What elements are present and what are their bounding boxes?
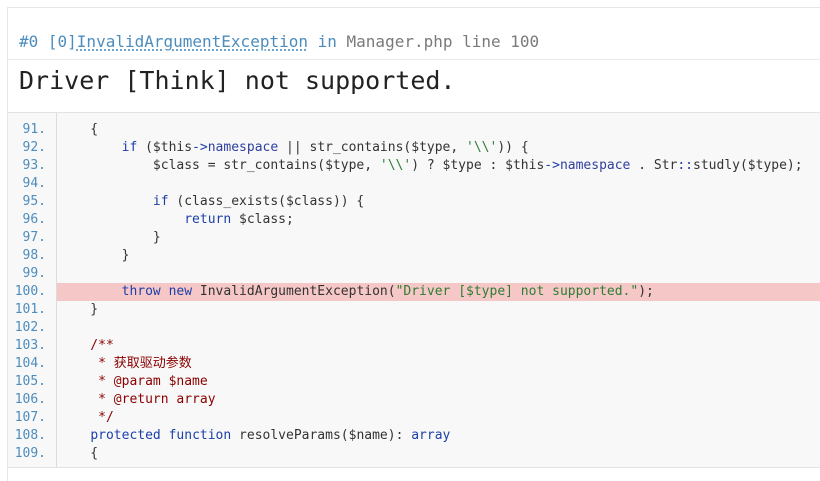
line-number: 101. [14, 302, 46, 317]
line-number: 95. [22, 194, 46, 209]
code-text: */ [59, 410, 114, 425]
code-text: } [59, 248, 130, 263]
code-text: } [59, 230, 161, 245]
stack-trace-line: #0 [0]InvalidArgumentException in Manage… [19, 32, 539, 51]
exception-panel: #0 [0]InvalidArgumentException in Manage… [7, 7, 820, 481]
code-text: { [59, 122, 99, 137]
line-number: 98. [22, 248, 46, 263]
code-text: /** [59, 338, 114, 353]
code-line: 94. [8, 175, 820, 193]
line-number: 103. [14, 338, 46, 353]
line-number: 109. [14, 446, 46, 461]
code-line: 96. return $class; [8, 211, 820, 229]
line-number: 105. [14, 374, 46, 389]
line-number: 104. [14, 356, 46, 371]
code-line: 105. * @param $name [8, 373, 820, 391]
code-line: 106. * @return array [8, 391, 820, 409]
code-line-error-highlight: 100. throw new InvalidArgumentException(… [8, 283, 820, 301]
exception-class-link[interactable]: InvalidArgumentException [77, 32, 308, 51]
line-number: 92. [22, 140, 46, 155]
trace-prefix: #0 [0] [19, 32, 77, 51]
code-line: 108. protected function resolveParams($n… [8, 427, 820, 445]
code-line: 107. */ [8, 409, 820, 427]
line-number: 97. [22, 230, 46, 245]
line-number: 100. [14, 284, 46, 299]
line-number: 94. [22, 176, 46, 191]
code-text: * @param $name [59, 374, 208, 389]
code-text: protected function resolveParams($name):… [90, 428, 451, 443]
line-number: 91. [22, 122, 46, 137]
line-number: 107. [14, 410, 46, 425]
code-line: 95. if (class_exists($class)) { [8, 193, 820, 211]
code-line: 99. [8, 265, 820, 283]
line-number: 106. [14, 392, 46, 407]
code-line: 92. if ($this->namespace || str_contains… [8, 139, 820, 157]
code-line: 104. * 获取驱动参数 [8, 355, 820, 373]
code-line: 93. $class = str_contains($type, '\\') ?… [8, 157, 820, 175]
code-text: if ($this->namespace || str_contains($ty… [121, 140, 529, 155]
code-line: 103. /** [8, 337, 820, 355]
code-text: { [59, 446, 99, 461]
source-code-block: 91. {92. if ($this->namespace || str_con… [8, 112, 820, 468]
code-text: } [59, 302, 99, 317]
code-text: if (class_exists($class)) { [152, 194, 365, 209]
code-line: 97. } [8, 229, 820, 247]
code-text: $class = str_contains($type, '\\') ? $ty… [59, 158, 803, 173]
line-number: 96. [22, 212, 46, 227]
code-text: * @return array [59, 392, 216, 407]
line-number: 99. [22, 266, 46, 281]
divider [8, 59, 820, 60]
line-number: 102. [14, 320, 46, 335]
code-line: 98. } [8, 247, 820, 265]
code-text: throw new InvalidArgumentException("Driv… [57, 283, 820, 301]
code-line: 102. [8, 319, 820, 337]
code-line: 109. { [8, 445, 820, 463]
line-number: 108. [14, 428, 46, 443]
code-line: 91. { [8, 121, 820, 139]
trace-in: in [317, 32, 337, 51]
trace-file: Manager.php line 100 [346, 32, 540, 51]
error-message-title: Driver [Think] not supported. [19, 66, 456, 95]
code-text: * 获取驱动参数 [59, 356, 192, 371]
line-number: 93. [22, 158, 46, 173]
code-text: return $class; [184, 212, 294, 227]
code-line: 101. } [8, 301, 820, 319]
